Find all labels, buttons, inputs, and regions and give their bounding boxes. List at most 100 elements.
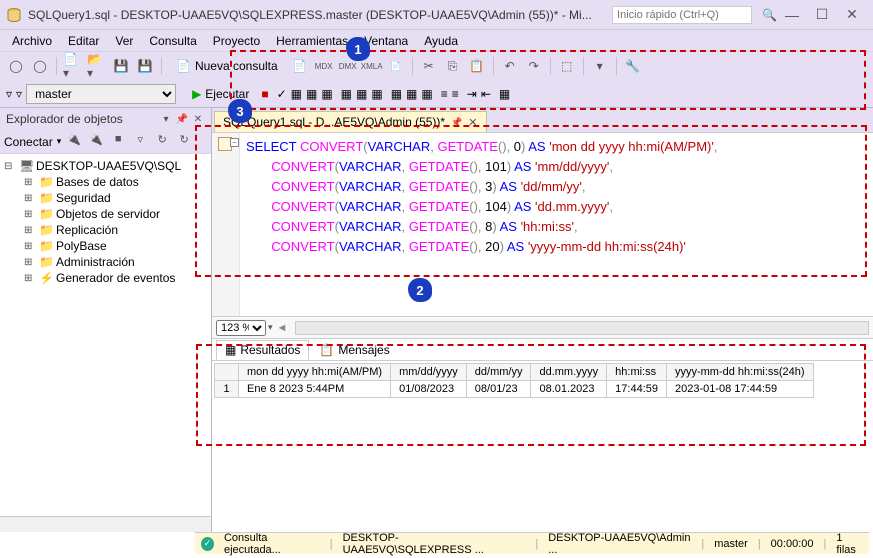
database-dropdown[interactable]: master [26,84,176,104]
collapse-icon[interactable]: ⊟ [4,161,16,172]
parse-icon[interactable]: ✓ [277,87,287,101]
zoom-dropdown[interactable]: 123 % [216,320,266,336]
pin-icon[interactable]: 📌 [175,114,189,125]
cell[interactable]: 08/01/23 [466,381,531,398]
menu-ver[interactable]: Ver [107,32,141,50]
col-header[interactable]: mm/dd/yyyy [391,364,467,381]
paste-icon[interactable]: 📋 [467,56,487,76]
plan1-icon[interactable]: ▦ [291,87,302,101]
row-number[interactable]: 1 [215,381,239,398]
save-icon[interactable]: 💾 [111,56,131,76]
uncomment-icon[interactable]: ≡ [452,87,459,101]
tab-sqlquery1[interactable]: SQLQuery1.sql - D...AE5VQ\Admin (55))* 📌… [214,111,487,132]
tree-item[interactable]: ⊞📁Administración [2,254,209,270]
minimize-button[interactable]: — [777,7,807,23]
connect-icon[interactable]: 🔌 [65,133,83,151]
col-header[interactable]: dd.mm.yyyy [531,364,607,381]
tree-item[interactable]: ⊞📁Replicación [2,222,209,238]
col-header[interactable]: hh:mi:ss [607,364,667,381]
tab-results[interactable]: ▦ Resultados [216,340,309,360]
cell[interactable]: 17:44:59 [607,381,667,398]
menu-editar[interactable]: Editar [60,32,107,50]
cell[interactable]: Ene 8 2023 5:44PM [239,381,391,398]
expand-icon[interactable]: ⊞ [24,177,36,188]
expand-icon[interactable]: ⊞ [24,241,36,252]
hscrollbar[interactable] [295,321,869,335]
expand-icon[interactable]: ⊞ [24,193,36,204]
tree-item[interactable]: ⊞📁PolyBase [2,238,209,254]
cell[interactable]: 01/08/2023 [391,381,467,398]
col-header[interactable]: yyyy-mm-dd hh:mi:ss(24h) [666,364,813,381]
redo-icon[interactable]: ↷ [524,56,544,76]
outdent-icon[interactable]: ⇤ [481,87,491,101]
dropdown-icon[interactable]: ▾ [159,114,173,125]
open-icon[interactable]: 📂▾ [87,56,107,76]
maximize-button[interactable]: ☐ [807,6,837,23]
res1-icon[interactable]: ▦ [391,87,402,101]
code-body[interactable]: SELECT CONVERT(VARCHAR, GETDATE(), 0) AS… [240,133,873,316]
code-editor[interactable]: − SELECT CONVERT(VARCHAR, GETDATE(), 0) … [212,132,873,316]
zoom-down-icon[interactable]: ▾ [268,322,273,333]
fold-icon[interactable]: − [230,138,239,147]
filter3-icon[interactable]: ▿ [131,133,149,151]
search-icon[interactable]: 🔍 [762,8,777,22]
tree-xevents[interactable]: ⊞ ⚡ Generador de eventos [2,270,209,286]
close-button[interactable]: ✕ [837,6,867,23]
expand-icon[interactable]: ⊞ [24,209,36,220]
expand-icon[interactable]: ⊞ [24,225,36,236]
sqlcmd-icon[interactable]: ▦ [499,87,510,101]
stop2-icon[interactable]: ■ [109,133,127,151]
menu-ayuda[interactable]: Ayuda [416,32,466,50]
col-header[interactable]: dd/mm/yy [466,364,531,381]
menu-proyecto[interactable]: Proyecto [205,32,268,50]
opt1-icon[interactable]: ▦ [341,87,352,101]
col-header[interactable]: mon dd yyyy hh:mi(AM/PM) [239,364,391,381]
expand-icon[interactable]: ⊞ [24,257,36,268]
res2-icon[interactable]: ▦ [406,87,417,101]
indent-icon[interactable]: ⇥ [467,87,477,101]
tab-close-icon[interactable]: ✕ [468,116,477,129]
tab-pin-icon[interactable]: 📌 [451,117,462,128]
tree-item[interactable]: ⊞📁Seguridad [2,190,209,206]
new-icon[interactable]: 📄▾ [63,56,83,76]
engine-query-icon[interactable]: 📄 [290,56,310,76]
expand-icon[interactable]: ⊞ [24,273,36,284]
ssms-icon[interactable]: ▾ [590,56,610,76]
object-explorer-hscroll[interactable] [0,516,211,532]
comment-icon[interactable]: ≡ [441,87,448,101]
tab-messages[interactable]: 📋 Mensajes [311,341,397,359]
plan3-icon[interactable]: ▦ [321,87,332,101]
save-all-icon[interactable]: 💾 [135,56,155,76]
undo-icon[interactable]: ↶ [500,56,520,76]
forward-icon[interactable]: ◯ [30,56,50,76]
sync-icon[interactable]: ↻ [175,133,193,151]
stop-icon[interactable]: ■ [261,87,268,101]
cell[interactable]: 08.01.2023 [531,381,607,398]
registered-icon[interactable]: 🔧 [623,56,643,76]
results-grid[interactable]: mon dd yyyy hh:mi(AM/PM)mm/dd/yyyydd/mm/… [212,361,873,532]
scroll-left-icon[interactable]: ◄ [277,322,288,334]
tree-server[interactable]: ⊟ 🖥 DESKTOP-UAAE5VQ\SQL [2,158,209,174]
opt3-icon[interactable]: ▦ [371,87,382,101]
tree-item[interactable]: ⊞📁Bases de datos [2,174,209,190]
back-icon[interactable]: ◯ [6,56,26,76]
xe-icon[interactable]: 📄 [386,56,406,76]
menu-herramientas[interactable]: Herramientas [268,32,356,50]
disconnect-icon[interactable]: 🔌 [87,133,105,151]
menu-archivo[interactable]: Archivo [4,32,60,50]
cut-icon[interactable]: ✂ [419,56,439,76]
connect-button[interactable]: Conectar [4,135,53,149]
opt2-icon[interactable]: ▦ [356,87,367,101]
tree-item[interactable]: ⊞📁Objetos de servidor [2,206,209,222]
res3-icon[interactable]: ▦ [421,87,432,101]
new-query-button[interactable]: 📄 Nueva consulta [168,57,286,75]
close-icon[interactable]: ✕ [191,114,205,125]
mdx-icon[interactable]: MDX [314,56,334,76]
cell[interactable]: 2023-01-08 17:44:59 [666,381,813,398]
quick-launch-input[interactable] [612,6,752,24]
object-tree[interactable]: ⊟ 🖥 DESKTOP-UAAE5VQ\SQL ⊞📁Bases de datos… [0,154,211,516]
filter-icon[interactable]: ▿ [6,87,12,101]
filter2-icon[interactable]: ▿ [16,87,22,101]
activity-icon[interactable]: ⬚ [557,56,577,76]
plan2-icon[interactable]: ▦ [306,87,317,101]
